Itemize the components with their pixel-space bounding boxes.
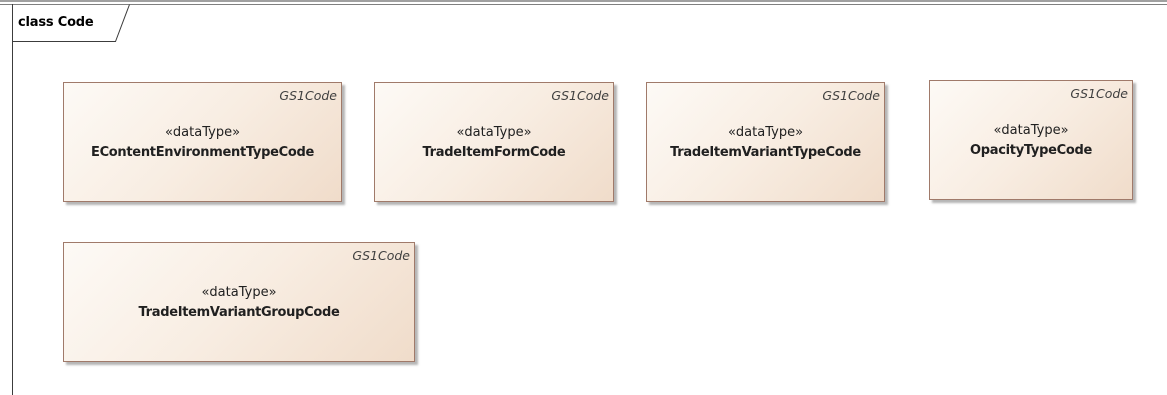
class-name-label: EContentEnvironmentTypeCode (90, 145, 315, 160)
datatype-class-opacitytypecode[interactable]: GS1Code «dataType» OpacityTypeCode (929, 80, 1133, 200)
class-tag-label: GS1Code (352, 248, 410, 263)
frame-left-border (12, 4, 13, 395)
datatype-class-econtentenvironmenttypecode[interactable]: GS1Code «dataType» EContentEnvironmentTy… (63, 82, 342, 202)
diagram-frame-title: class Code (18, 15, 94, 30)
datatype-class-tradeitemvarianttypecode[interactable]: GS1Code «dataType» TradeItemVariantTypeC… (646, 82, 885, 202)
diagram-canvas: class Code GS1Code «dataType» EContentEn… (0, 0, 1167, 395)
class-name-label: OpacityTypeCode (970, 143, 1092, 158)
class-name-label: TradeItemVariantGroupCode (138, 305, 340, 320)
class-stereotype-label: «dataType» (164, 125, 241, 140)
class-tag-label: GS1Code (1070, 86, 1128, 101)
class-stereotype-label: «dataType» (993, 123, 1069, 138)
datatype-class-tradeitemvariantgroupcode[interactable]: GS1Code «dataType» TradeItemVariantGroup… (63, 242, 415, 362)
class-stereotype-label: «dataType» (456, 125, 532, 140)
class-tag-label: GS1Code (822, 88, 880, 103)
class-stereotype-label: «dataType» (727, 125, 804, 140)
diagram-frame-tab[interactable]: class Code (12, 4, 130, 42)
top-border-inner (0, 4, 1167, 5)
class-tag-label: GS1Code (279, 88, 337, 103)
class-stereotype-label: «dataType» (201, 285, 277, 300)
datatype-class-tradeitemformcode[interactable]: GS1Code «dataType» TradeItemFormCode (374, 82, 614, 202)
class-name-label: TradeItemFormCode (422, 145, 566, 160)
class-tag-label: GS1Code (551, 88, 609, 103)
class-name-label: TradeItemVariantTypeCode (670, 145, 861, 160)
top-border (0, 0, 1167, 2)
